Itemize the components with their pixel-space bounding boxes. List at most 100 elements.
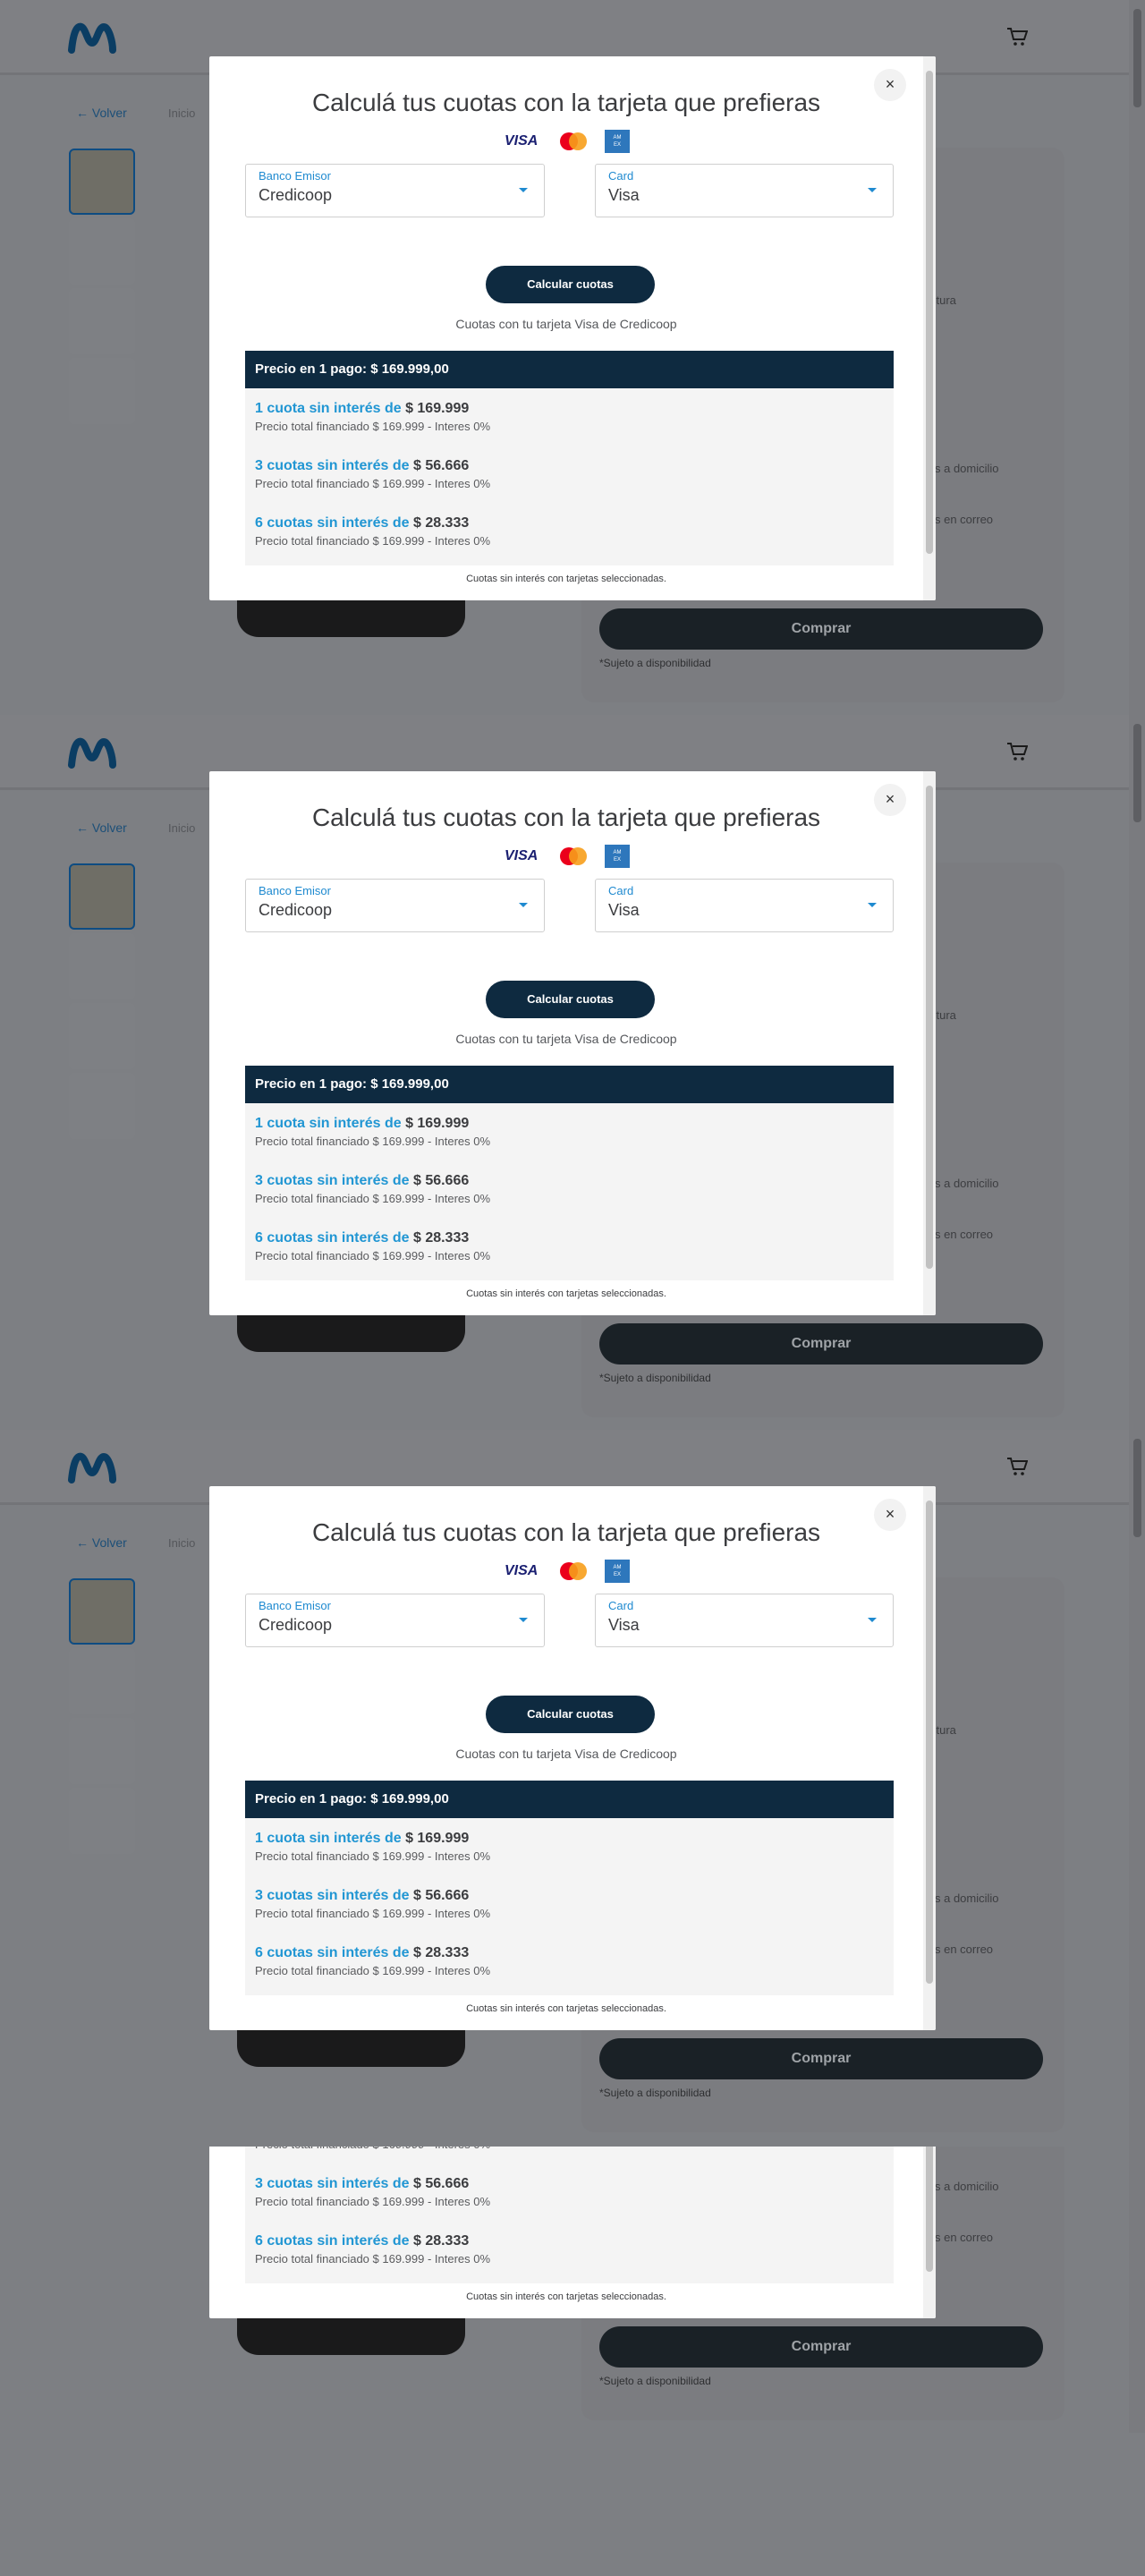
calculate-button[interactable]: Calcular cuotas [486,981,655,1018]
page-scrollbar[interactable] [1129,1430,1145,2147]
visa-logo: VISA [505,133,539,149]
table-row: 1 cuota sin interés de $ 169.999 Precio … [255,1822,884,1879]
table-row: 3 cuotas sin interés de $ 56.666 Precio … [255,1879,884,1936]
table-row: 1 cuota sin interés de $ 169.999 Precio … [255,392,884,449]
breadcrumb[interactable]: Inicio [168,821,195,835]
calculate-button[interactable]: Calcular cuotas [486,266,655,303]
cart-icon[interactable] [1006,1457,1028,1476]
row-title: 6 cuotas sin interés de [255,1230,410,1245]
back-link[interactable]: ← Volver [76,820,127,835]
row-title: 3 cuotas sin interés de [255,458,410,473]
chevron-down-icon [868,903,877,907]
availability-note: *Sujeto a disponibilidad [599,657,711,669]
movistar-logo[interactable] [68,735,116,770]
row-amount: $ 28.333 [412,1230,470,1245]
thumbnail-2[interactable] [69,1648,135,1714]
row-title: 1 cuota sin interés de [255,1116,402,1131]
thumbnail-4[interactable] [69,1073,135,1139]
modal-scrollbar[interactable] [923,56,936,600]
card-select-label: Card [608,884,634,897]
row-detail: Precio total financiado $ 169.999 - Inte… [255,2252,491,2266]
bank-select-label: Banco Emisor [259,1599,331,1612]
modal-scrollbar[interactable] [923,2147,936,2318]
footnote: Cuotas sin interés con tarjetas seleccio… [466,1288,666,1299]
thumbnail-2[interactable] [69,933,135,999]
card-select-value: Visa [608,901,640,919]
movistar-logo[interactable] [68,1450,116,1485]
shipping-mail-text: s en correo [935,1228,994,1241]
amex-logo: AM EX [605,845,630,868]
cart-icon[interactable] [1006,742,1028,761]
installments-caption: Cuotas con tu tarjeta Visa de Credicoop [455,1747,677,1761]
card-select[interactable]: Card Visa [595,1594,894,1647]
table-row: 6 cuotas sin interés de $ 28.333 Precio … [255,506,884,564]
card-select[interactable]: Card Visa [595,164,894,217]
shipping-mail-text: s en correo [935,2231,994,2244]
row-amount: $ 28.333 [412,515,470,531]
cart-icon[interactable] [1006,27,1028,47]
thumbnail-3[interactable] [69,288,135,354]
bank-select[interactable]: Banco Emisor Credicoop [245,1594,545,1647]
row-title: 1 cuota sin interés de [255,401,402,416]
bank-select-value: Credicoop [259,186,333,204]
buy-button[interactable]: Comprar [599,2326,1043,2368]
installments-table: Precio en 1 pago: $ 169.999,00 1 cuota s… [245,1781,894,1995]
shipping-home-text: s a domicilio [935,462,999,475]
table-row: 3 cuotas sin interés de $ 56.666 Precio … [255,1164,884,1221]
thumbnail-4[interactable] [69,1788,135,1854]
installments-table: Precio en 1 pago: $ 169.999,00 1 cuota s… [245,2147,894,2283]
thumbnail-1[interactable] [69,863,135,930]
movistar-logo[interactable] [68,20,116,55]
modal-title: Calculá tus cuotas con la tarjeta que pr… [311,1518,821,1546]
table-row: 1 cuota sin interés de $ 169.999 Precio … [255,2147,884,2167]
installments-modal: × Calculá tus cuotas con la tarjeta que … [209,56,936,600]
shipping-mail-text: s en correo [935,1943,994,1956]
row-detail: Precio total financiado $ 169.999 - Inte… [255,2195,491,2208]
modal-scrollbar[interactable] [923,771,936,1315]
modal-scrollbar[interactable] [923,1486,936,2030]
bank-select-value: Credicoop [259,901,333,919]
card-select-value: Visa [608,186,640,204]
thumbnail-1[interactable] [69,1578,135,1645]
row-detail: Precio total financiado $ 169.999 - Inte… [255,477,491,490]
back-link[interactable]: ← Volver [76,1535,127,1550]
buy-button[interactable]: Comprar [599,1323,1043,1365]
visa-logo: VISA [505,848,539,863]
shipping-home-text: s a domicilio [935,1177,999,1190]
row-detail: Precio total financiado $ 169.999 - Inte… [255,1135,491,1148]
thumbnail-1[interactable] [69,149,135,215]
bank-select[interactable]: Banco Emisor Credicoop [245,164,545,217]
buy-button[interactable]: Comprar [599,2038,1043,2079]
breadcrumb[interactable]: Inicio [168,106,195,120]
thumbnail-3[interactable] [69,1718,135,1784]
row-title: 3 cuotas sin interés de [255,2176,410,2191]
row-detail: Precio total financiado $ 169.999 - Inte… [255,420,491,433]
shipping-mail-text: s en correo [935,513,994,526]
thumbnail-4[interactable] [69,358,135,424]
row-amount: $ 169.999 [405,401,470,416]
back-link[interactable]: ← Volver [76,106,127,120]
thumbnail-2[interactable] [69,218,135,285]
row-amount: $ 28.333 [412,1945,470,1960]
row-detail: Precio total financiado $ 169.999 - Inte… [255,1249,491,1262]
row-detail: Precio total financiado $ 169.999 - Inte… [255,534,491,548]
thumbnail-3[interactable] [69,1003,135,1069]
page-scrollbar[interactable] [1129,0,1145,715]
page-scrollbar[interactable] [1129,2147,1145,2433]
chevron-down-icon [519,903,528,907]
mastercard-logo [560,847,587,865]
thumbnail-list [69,149,135,428]
row-amount: $ 169.999 [405,1831,470,1846]
card-select-label: Card [608,169,634,183]
breadcrumb[interactable]: Inicio [168,1536,195,1550]
card-select[interactable]: Card Visa [595,879,894,932]
table-row: 6 cuotas sin interés de $ 28.333 Precio … [255,2224,884,2282]
calculate-button[interactable]: Calcular cuotas [486,1696,655,1733]
bank-select[interactable]: Banco Emisor Credicoop [245,879,545,932]
installments-modal: × Calculá tus cuotas con la tarjeta que … [209,2147,936,2318]
buy-button[interactable]: Comprar [599,608,1043,650]
screenshot-frame-2: ← Volver Inicio ctura s a domicilio s en… [0,715,1145,1430]
card-select-value: Visa [608,1616,640,1634]
row-detail: Precio total financiado $ 169.999 - Inte… [255,1192,491,1205]
page-scrollbar[interactable] [1129,715,1145,1430]
